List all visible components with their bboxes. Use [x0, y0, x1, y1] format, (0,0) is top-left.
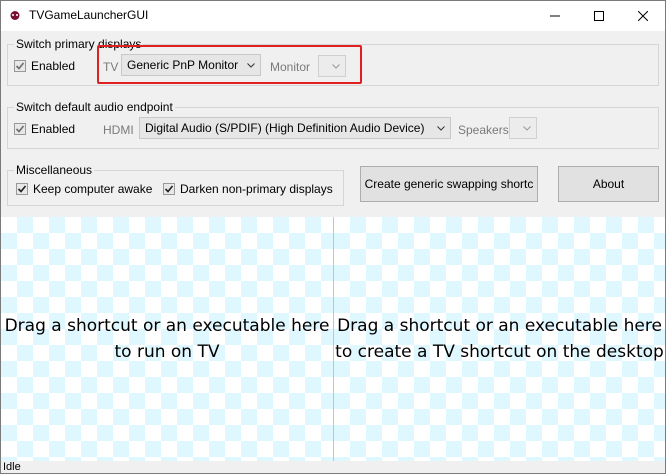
hdmi-label: HDMI	[103, 123, 134, 137]
close-button[interactable]	[621, 1, 665, 31]
run-on-tv-dropzone[interactable]: Drag a shortcut or an executable here to…	[1, 217, 333, 461]
create-shortcut-text: Drag a shortcut or an executable here to…	[334, 313, 665, 365]
misc-group-label: Miscellaneous	[14, 163, 95, 177]
app-window: TVGameLauncherGUI Switch primary display…	[0, 0, 666, 474]
checkbox-label: Darken non-primary displays	[180, 182, 333, 196]
checkmark-icon	[15, 125, 25, 133]
chevron-down-icon	[437, 126, 445, 131]
status-bar: Idle	[1, 461, 665, 473]
checkbox-box	[14, 123, 26, 135]
run-on-tv-text: Drag a shortcut or an executable here to…	[1, 313, 333, 365]
run-on-tv-line1: Drag a shortcut or an executable here	[4, 316, 330, 336]
speakers-label: Speakers	[458, 123, 509, 137]
status-text: Idle	[3, 461, 21, 473]
audio-group-label: Switch default audio endpoint	[14, 100, 175, 114]
about-label: About	[592, 177, 625, 191]
chevron-down-icon	[523, 126, 531, 131]
audio-device-value: Digital Audio (S/PDIF) (High Definition …	[145, 121, 425, 135]
speakers-select[interactable]	[509, 117, 537, 139]
maximize-icon	[594, 11, 604, 21]
minimize-button[interactable]	[533, 1, 577, 31]
minimize-icon	[550, 15, 560, 17]
title-bar: TVGameLauncherGUI	[1, 1, 665, 31]
checkbox-label: Enabled	[31, 59, 76, 73]
create-shortcut-button[interactable]: Create generic swapping shortc	[360, 166, 538, 202]
checkbox-box	[163, 183, 175, 195]
checkbox-box	[16, 183, 28, 195]
create-shortcut-line1: Drag a shortcut or an executable here	[337, 316, 662, 336]
about-button[interactable]: About	[558, 166, 659, 202]
checkbox-box	[14, 60, 26, 72]
checkbox-label: Enabled	[31, 122, 76, 136]
highlight-box	[97, 45, 362, 84]
checkmark-icon	[15, 62, 25, 70]
create-shortcut-label: Create generic swapping shortc	[364, 177, 534, 191]
app-icon	[10, 11, 20, 20]
close-icon	[638, 11, 648, 21]
checkbox-label: Keep computer awake	[33, 182, 153, 196]
darken-displays-checkbox[interactable]: Darken non-primary displays	[163, 182, 333, 196]
checkmark-icon	[164, 185, 174, 193]
primary-displays-enabled-checkbox[interactable]: Enabled	[14, 59, 75, 73]
window-title: TVGameLauncherGUI	[29, 8, 149, 22]
maximize-button[interactable]	[577, 1, 621, 31]
keep-awake-checkbox[interactable]: Keep computer awake	[16, 182, 152, 196]
run-on-tv-line2: to run on TV	[114, 342, 220, 362]
checkmark-icon	[17, 185, 27, 193]
audio-device-select[interactable]: Digital Audio (S/PDIF) (High Definition …	[139, 117, 451, 139]
create-shortcut-dropzone[interactable]: Drag a shortcut or an executable here to…	[334, 217, 665, 461]
create-shortcut-line2: to create a TV shortcut on the desktop	[335, 342, 664, 362]
audio-enabled-checkbox[interactable]: Enabled	[14, 122, 75, 136]
